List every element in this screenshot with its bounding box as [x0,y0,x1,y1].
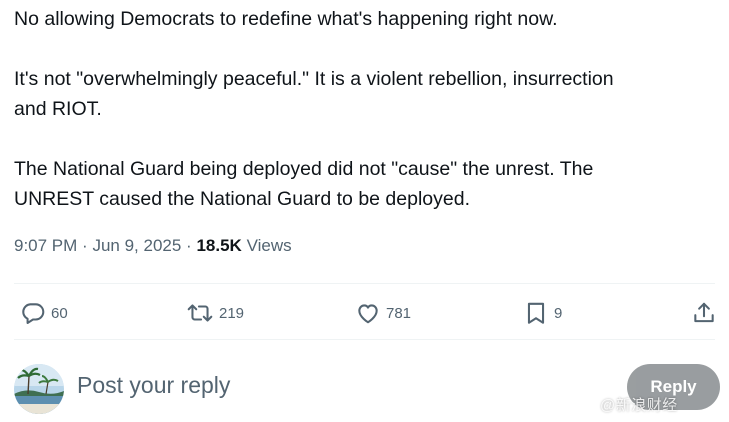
tweet-paragraph: No allowing Democrats to redefine what's… [14,8,558,30]
bookmark-count: 9 [554,304,563,322]
retweet-count: 219 [219,304,245,322]
heart-icon [355,300,381,326]
divider [14,339,715,340]
meta-separator: · [82,236,88,255]
retweet-icon [186,300,214,326]
bookmark-action-button[interactable]: 9 [523,298,562,328]
divider [14,283,715,284]
reply-input[interactable]: Post your reply [77,372,230,399]
tweet-paragraph: and RIOT. [14,98,102,120]
share-action-button[interactable] [691,298,717,328]
like-action-button[interactable]: 781 [355,298,411,328]
reply-action-button[interactable]: 60 [20,298,68,328]
share-icon [691,300,717,326]
tweet-body: No allowing Democrats to redefine what's… [14,0,714,214]
tweet-paragraph: UNREST caused the National Guard to be d… [14,188,470,210]
meta-separator: · [186,236,192,255]
views-count[interactable]: 18.5K [196,236,241,255]
views-label[interactable]: Views [247,236,292,255]
tweet-time[interactable]: 9:07 PM [14,236,77,255]
reply-count: 60 [51,304,68,322]
tweet-metadata: 9:07 PM · Jun 9, 2025 · 18.5K Views [14,236,292,256]
bookmark-icon [523,300,549,326]
watermark: @新浪财经 [600,397,678,414]
tweet-date[interactable]: Jun 9, 2025 [92,236,181,255]
avatar[interactable] [14,364,64,414]
retweet-action-button[interactable]: 219 [186,298,244,328]
action-bar: 60 219 781 9 [0,296,729,330]
tweet-text: No allowing Democrats to redefine what's… [14,0,714,214]
tweet-paragraph: It's not "overwhelmingly peaceful." It i… [14,68,614,90]
tweet-paragraph: The National Guard being deployed did no… [14,158,594,180]
like-count: 781 [386,304,412,322]
comment-icon [20,300,46,326]
